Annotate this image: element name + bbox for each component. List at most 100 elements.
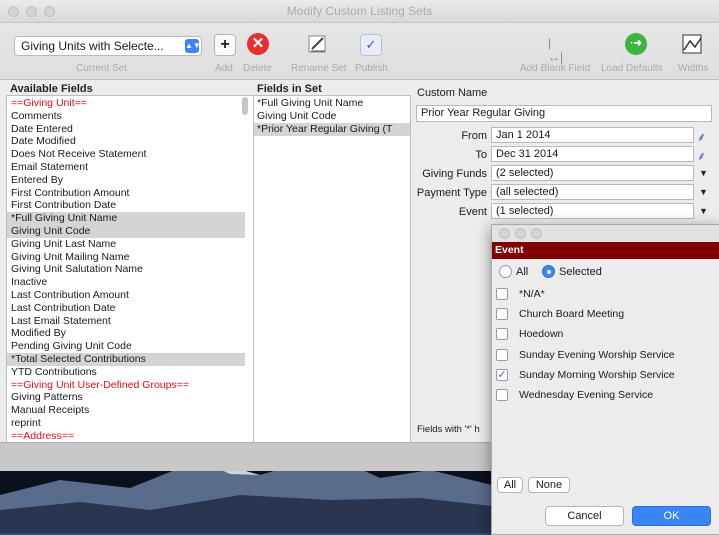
checkmark-icon: ✓ — [497, 368, 507, 381]
available-fields-scrollbar[interactable] — [242, 97, 248, 115]
from-label: From — [461, 130, 487, 142]
add-button[interactable]: + — [214, 34, 236, 56]
calendar-picker-icon-2[interactable]: ⸙ — [697, 147, 706, 164]
from-date-input[interactable]: Jan 1 2014 — [491, 127, 694, 143]
custom-name-label: Custom Name — [417, 87, 488, 99]
payment-type-select[interactable]: (all selected) — [491, 184, 694, 200]
rename-set-button[interactable] — [306, 33, 328, 55]
chevron-down-icon[interactable]: ▼ — [699, 168, 708, 178]
load-defaults-button[interactable]: ·➜ — [625, 33, 647, 55]
load-defaults-label: Load Defaults — [601, 63, 663, 74]
available-field-item[interactable]: Does Not Receive Statement — [7, 148, 245, 161]
available-field-item[interactable]: Manual Receipts — [7, 404, 245, 417]
selected-radio[interactable] — [542, 265, 555, 278]
available-field-item[interactable]: First Contribution Amount — [7, 187, 245, 200]
widths-button[interactable] — [681, 32, 705, 56]
giving-funds-label: Giving Funds — [422, 168, 487, 180]
available-field-item[interactable]: Modified By — [7, 327, 245, 340]
available-field-item[interactable]: Giving Unit Salutation Name — [7, 263, 245, 276]
available-field-item[interactable]: reprint — [7, 417, 245, 430]
event-checkbox-label: Hoedown — [519, 328, 564, 341]
available-field-item[interactable]: Pending Giving Unit Code — [7, 340, 245, 353]
add-blank-field-label: Add Blank Field — [520, 63, 591, 74]
event-checkbox[interactable] — [496, 348, 508, 361]
event-popup-header: Event — [492, 242, 719, 259]
set-field-item[interactable]: *Full Giving Unit Name — [254, 97, 410, 110]
plus-icon: + — [220, 36, 230, 53]
chevron-down-icon-2[interactable]: ▼ — [699, 187, 708, 197]
available-field-item[interactable]: Giving Patterns — [7, 391, 245, 404]
widths-icon — [682, 34, 702, 54]
available-field-item[interactable]: ==Giving Unit== — [7, 97, 245, 110]
available-field-item[interactable]: Giving Unit Mailing Name — [7, 251, 245, 264]
selected-radio-label: Selected — [559, 266, 602, 278]
window-title: Modify Custom Listing Sets — [286, 4, 433, 18]
publish-label: Publish — [355, 63, 388, 74]
available-field-item[interactable]: Comments — [7, 110, 245, 123]
available-field-item[interactable]: Date Entered — [7, 123, 245, 136]
all-radio-label: All — [516, 266, 529, 278]
available-field-item[interactable]: YTD Contributions — [7, 366, 245, 379]
event-checkbox[interactable] — [496, 389, 508, 401]
rename-set-label: Rename Set — [291, 63, 347, 74]
fields-in-set-list[interactable]: *Full Giving Unit Name Giving Unit Code *P… — [253, 95, 411, 443]
status-bar — [0, 442, 492, 471]
available-field-item[interactable]: ==Address== — [7, 430, 245, 442]
chevron-down-icon-3[interactable]: ▼ — [699, 206, 708, 216]
current-set-label: Current Set — [76, 63, 128, 74]
popup-close-button[interactable] — [499, 228, 510, 239]
set-field-item[interactable]: *Prior Year Regular Giving (T — [254, 122, 410, 136]
select-all-button[interactable]: All — [497, 477, 523, 493]
popup-title-bar — [492, 225, 719, 242]
add-label: Add — [215, 63, 233, 74]
cancel-button[interactable]: Cancel — [545, 506, 624, 526]
select-none-button[interactable]: None — [528, 477, 570, 493]
publish-button[interactable]: ✓ — [360, 34, 382, 56]
event-checkbox[interactable] — [496, 288, 508, 300]
popup-zoom-button[interactable] — [531, 228, 542, 239]
available-field-item[interactable]: Last Contribution Amount — [7, 289, 245, 302]
checkmark-icon: ✓ — [365, 37, 377, 52]
delete-label: Delete — [243, 63, 272, 74]
event-label: Event — [458, 206, 487, 218]
ok-button[interactable]: OK — [632, 506, 711, 526]
available-field-item[interactable]: Inactive — [7, 276, 245, 289]
available-field-item[interactable]: *Full Giving Unit Name — [7, 212, 245, 226]
available-field-item[interactable]: Email Statement — [7, 161, 245, 174]
event-select[interactable]: (1 selected) — [491, 203, 694, 219]
popup-minimize-button[interactable] — [515, 228, 526, 239]
available-field-item[interactable]: First Contribution Date — [7, 199, 245, 212]
payment-type-label: Payment Type — [416, 187, 487, 199]
current-set-value: Giving Units with Selecte... — [21, 39, 164, 53]
to-date-input[interactable]: Dec 31 2014 — [491, 146, 694, 162]
giving-funds-select[interactable]: (2 selected) — [491, 165, 694, 181]
widths-label: Widths — [678, 63, 709, 74]
available-field-item[interactable]: Entered By — [7, 174, 245, 187]
all-radio[interactable] — [499, 265, 512, 278]
x-circle-icon: ✕ — [251, 35, 265, 52]
delete-button[interactable]: ✕ — [247, 33, 269, 55]
available-field-item[interactable]: ==Giving Unit User-Defined Groups== — [7, 379, 245, 392]
available-fields-list[interactable]: ==Giving Unit== Comments Date Entered Date … — [6, 95, 254, 443]
event-checkbox-label: Sunday Evening Worship Service — [519, 348, 675, 361]
available-field-item[interactable]: Giving Unit Code — [7, 225, 245, 238]
event-popup-title: Event — [495, 244, 524, 256]
custom-name-input[interactable]: Prior Year Regular Giving — [416, 105, 712, 122]
event-popup: Event All Selected *N/A* Church Board Mee… — [491, 224, 719, 535]
current-set-select[interactable]: Giving Units with Selecte... ▲▼ — [14, 36, 202, 56]
event-checkbox[interactable]: ✓ — [496, 368, 508, 381]
set-field-item[interactable]: Giving Unit Code — [254, 110, 410, 123]
event-checkbox-label: Church Board Meeting — [519, 308, 625, 321]
available-field-item[interactable]: Last Email Statement — [7, 315, 245, 328]
event-checkbox[interactable] — [496, 308, 508, 321]
available-field-item[interactable]: Last Contribution Date — [7, 302, 245, 315]
available-field-item[interactable]: Date Modified — [7, 135, 245, 148]
calendar-picker-icon[interactable]: ⸙ — [697, 128, 706, 145]
add-blank-field-button[interactable]: |↔| — [548, 36, 563, 64]
event-checkbox[interactable] — [496, 328, 508, 341]
pencil-edit-icon — [308, 35, 326, 53]
available-field-item[interactable]: Giving Unit Last Name — [7, 238, 245, 251]
footnote-text: Fields with '*' h — [417, 424, 480, 435]
available-field-item[interactable]: *Total Selected Contributions — [7, 353, 245, 366]
column-insert-icon: |↔| — [548, 36, 564, 64]
